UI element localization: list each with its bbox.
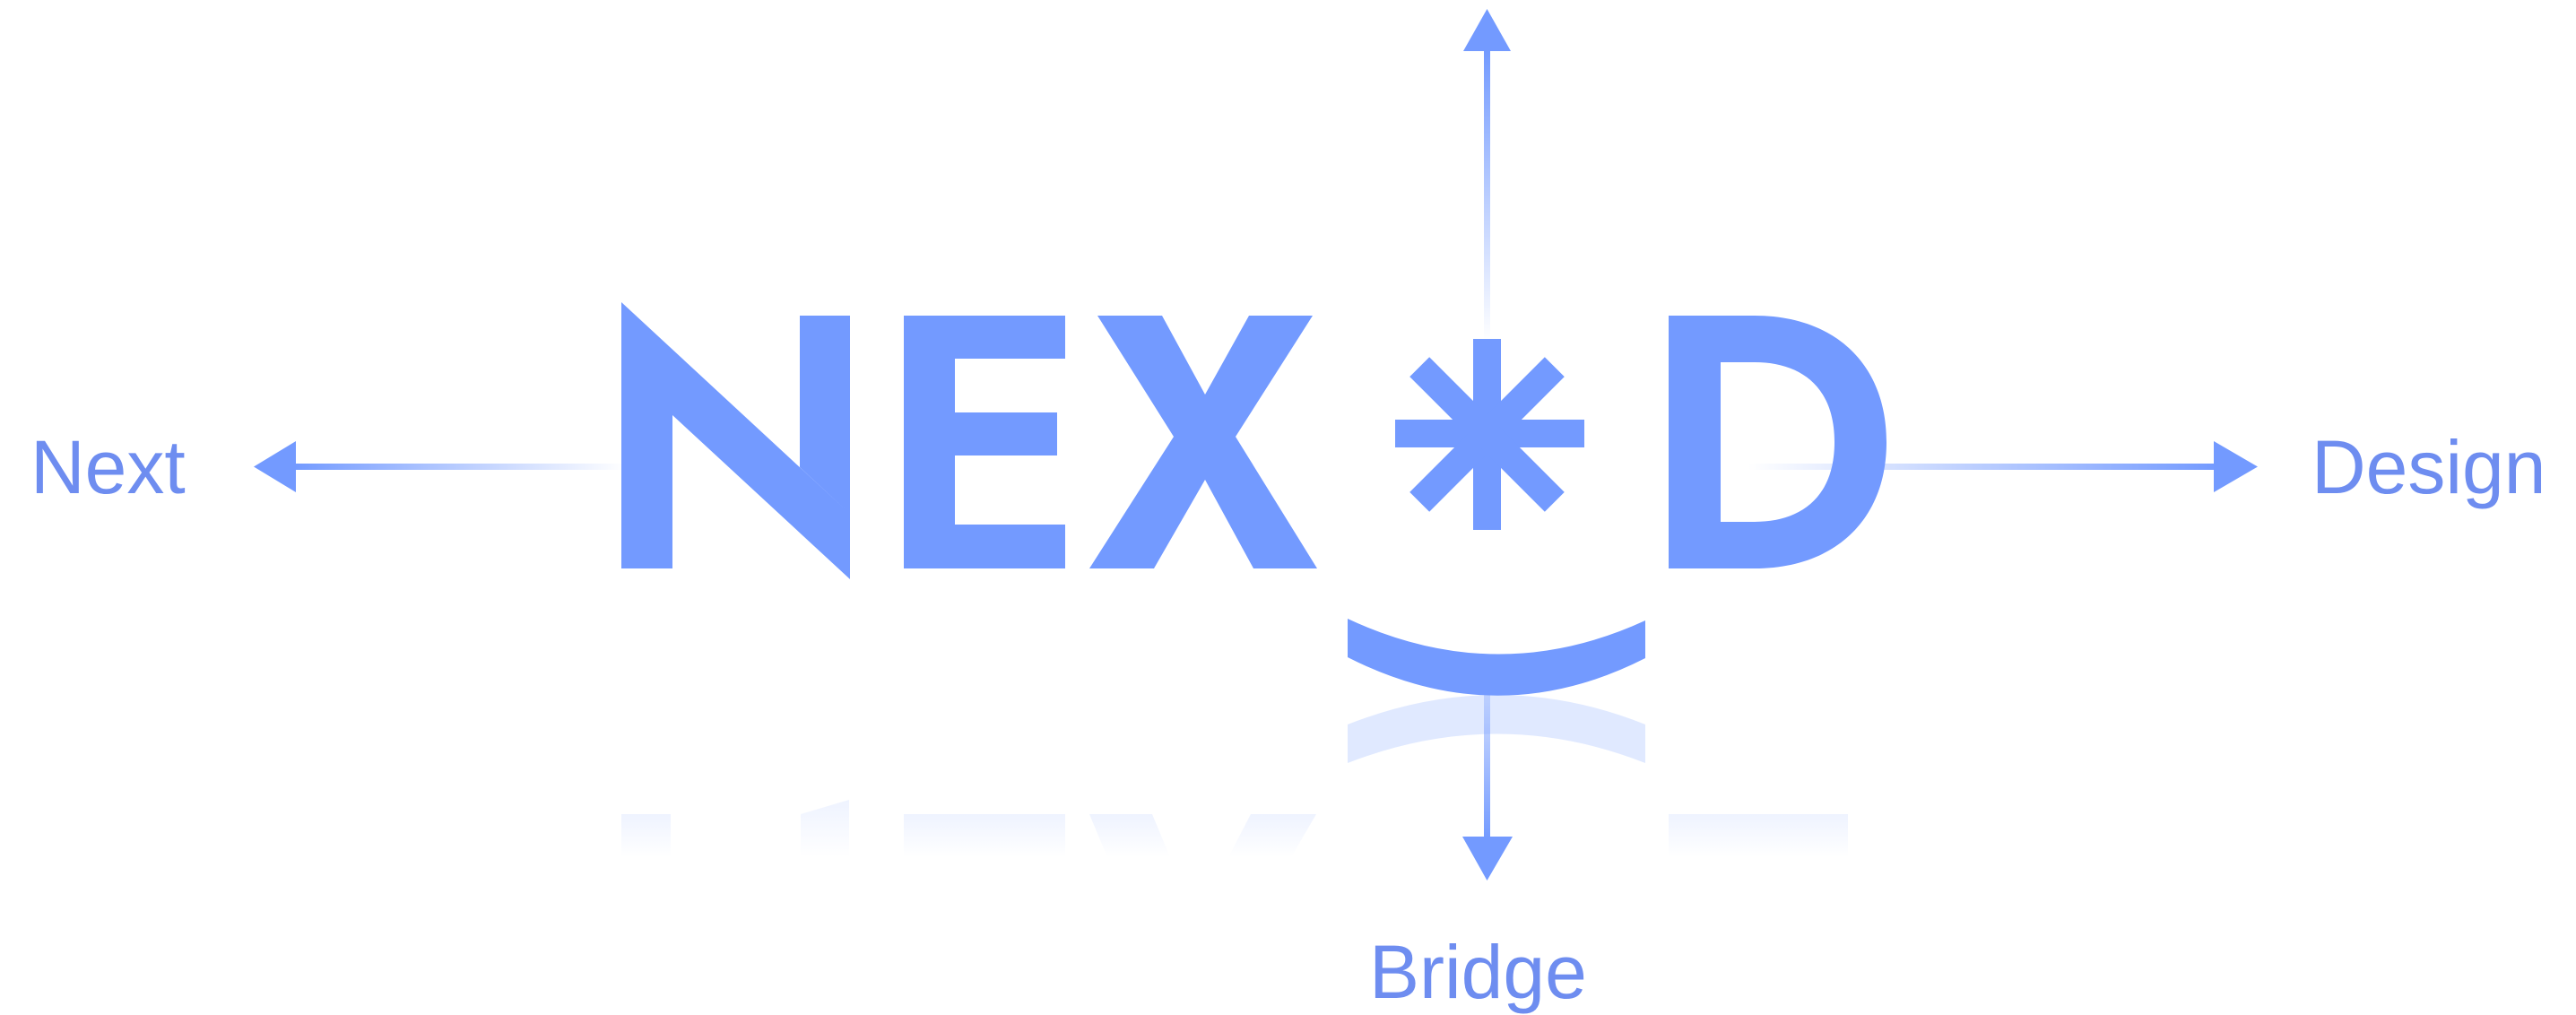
up-arrowhead-icon [1463, 9, 1511, 51]
logo-letter-x [1089, 316, 1317, 568]
up-arrow [1463, 9, 1511, 342]
logo-reflection [621, 695, 1848, 857]
logo-letter-d [1669, 316, 1886, 568]
label-next: Next [30, 425, 186, 509]
nexd-brand-diagram: Next Design Bridge [30, 9, 2546, 1014]
logo-letter-n [621, 302, 850, 579]
down-arrowhead-icon [1462, 837, 1513, 881]
smile-arc-icon [1348, 619, 1645, 696]
left-arrowhead-icon [254, 441, 296, 492]
logo-letter-e [904, 316, 1065, 568]
nexd-logo [621, 302, 1886, 696]
left-arrow [254, 441, 626, 492]
right-arrowhead-icon [2214, 441, 2258, 492]
label-design: Design [2311, 425, 2546, 509]
right-arrow [1748, 441, 2258, 492]
asterisk-icon [1395, 339, 1584, 530]
label-bridge: Bridge [1369, 930, 1587, 1014]
